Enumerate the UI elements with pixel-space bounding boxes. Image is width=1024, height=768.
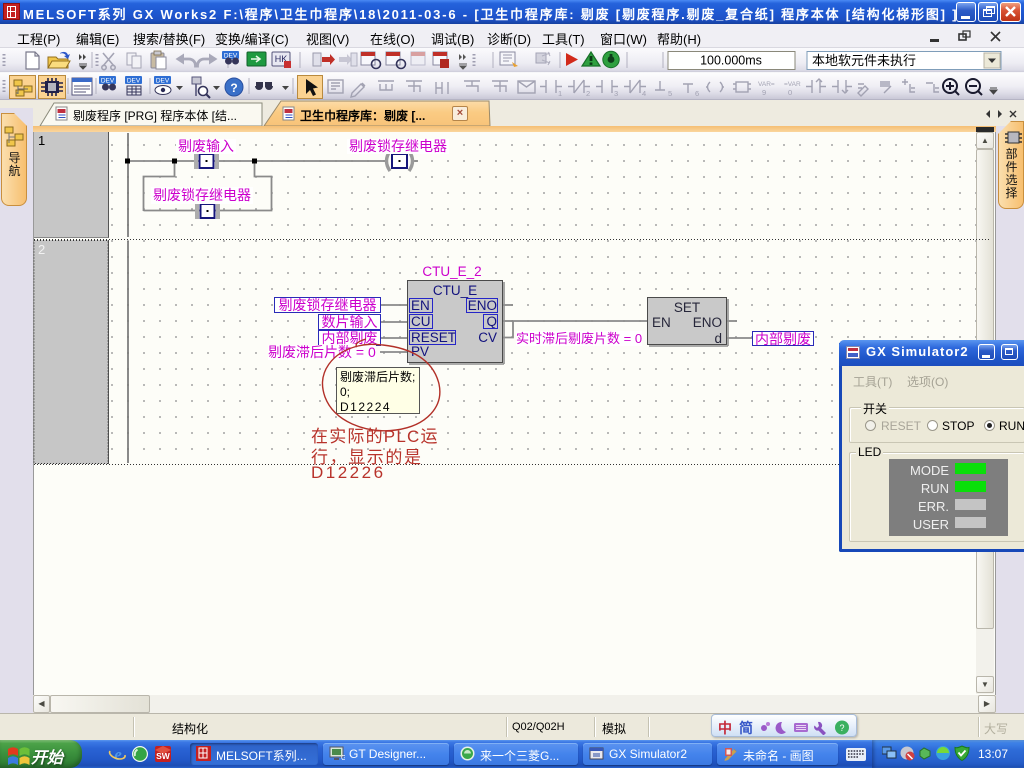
svg-text:e: e [114,745,122,764]
svg-text:?: ? [839,723,844,733]
svg-text:G: G [341,755,345,761]
svg-text:EN: EN [652,315,671,330]
svg-text:CU: CU [411,314,431,329]
svg-text:PV: PV [411,344,429,359]
svg-text:ENO: ENO [693,315,722,330]
svg-text:EN: EN [411,298,430,313]
svg-text:d: d [714,331,722,346]
svg-text:SET: SET [674,300,700,315]
svg-text:SW: SW [156,751,171,761]
svg-text:Q: Q [486,314,497,329]
svg-text:CTU_E: CTU_E [433,283,477,298]
svg-text:RESET: RESET [411,330,456,345]
svg-text:CV: CV [478,330,497,345]
svg-text:CTU_E_2: CTU_E_2 [422,264,481,279]
svg-text:ENO: ENO [468,298,497,313]
